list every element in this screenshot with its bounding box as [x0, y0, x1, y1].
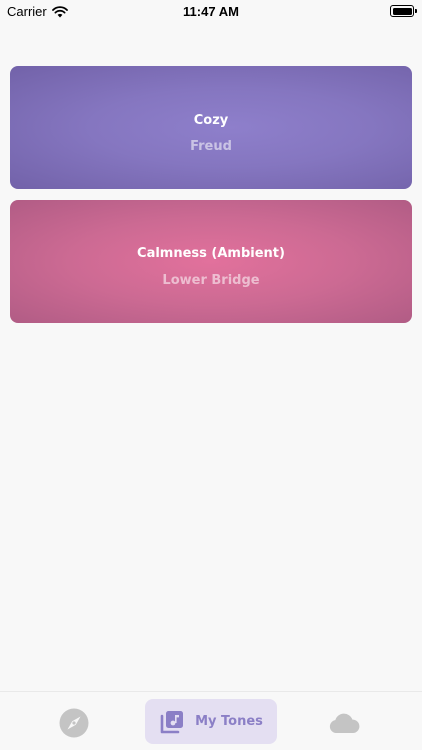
- tab-my-tones[interactable]: My Tones: [145, 699, 277, 744]
- compass-icon: [59, 708, 89, 738]
- tone-title: Calmness (Ambient): [137, 246, 285, 261]
- tone-subtitle: Lower Bridge: [162, 273, 260, 288]
- tone-title: Cozy: [193, 113, 229, 128]
- tone-card-cozy[interactable]: Cozy Freud: [10, 66, 412, 189]
- cloud-icon: [329, 713, 360, 733]
- tab-cloud[interactable]: [327, 709, 361, 737]
- tab-my-tones-label: My Tones: [195, 714, 263, 729]
- battery-level: [392, 7, 412, 15]
- battery-icon: [390, 5, 417, 17]
- tone-card-calmness[interactable]: Calmness (Ambient) Lower Bridge: [10, 200, 412, 323]
- tab-explore[interactable]: [58, 707, 90, 739]
- status-time: 11:47 AM: [183, 4, 239, 19]
- music-library-icon: [160, 710, 184, 733]
- screen: Carrier 11:47 AM Cozy Freud Calmness (Am…: [0, 0, 422, 750]
- status-bar: Carrier 11:47 AM: [0, 0, 422, 22]
- tone-subtitle: Freud: [190, 139, 232, 154]
- tab-bar: My Tones: [0, 691, 422, 750]
